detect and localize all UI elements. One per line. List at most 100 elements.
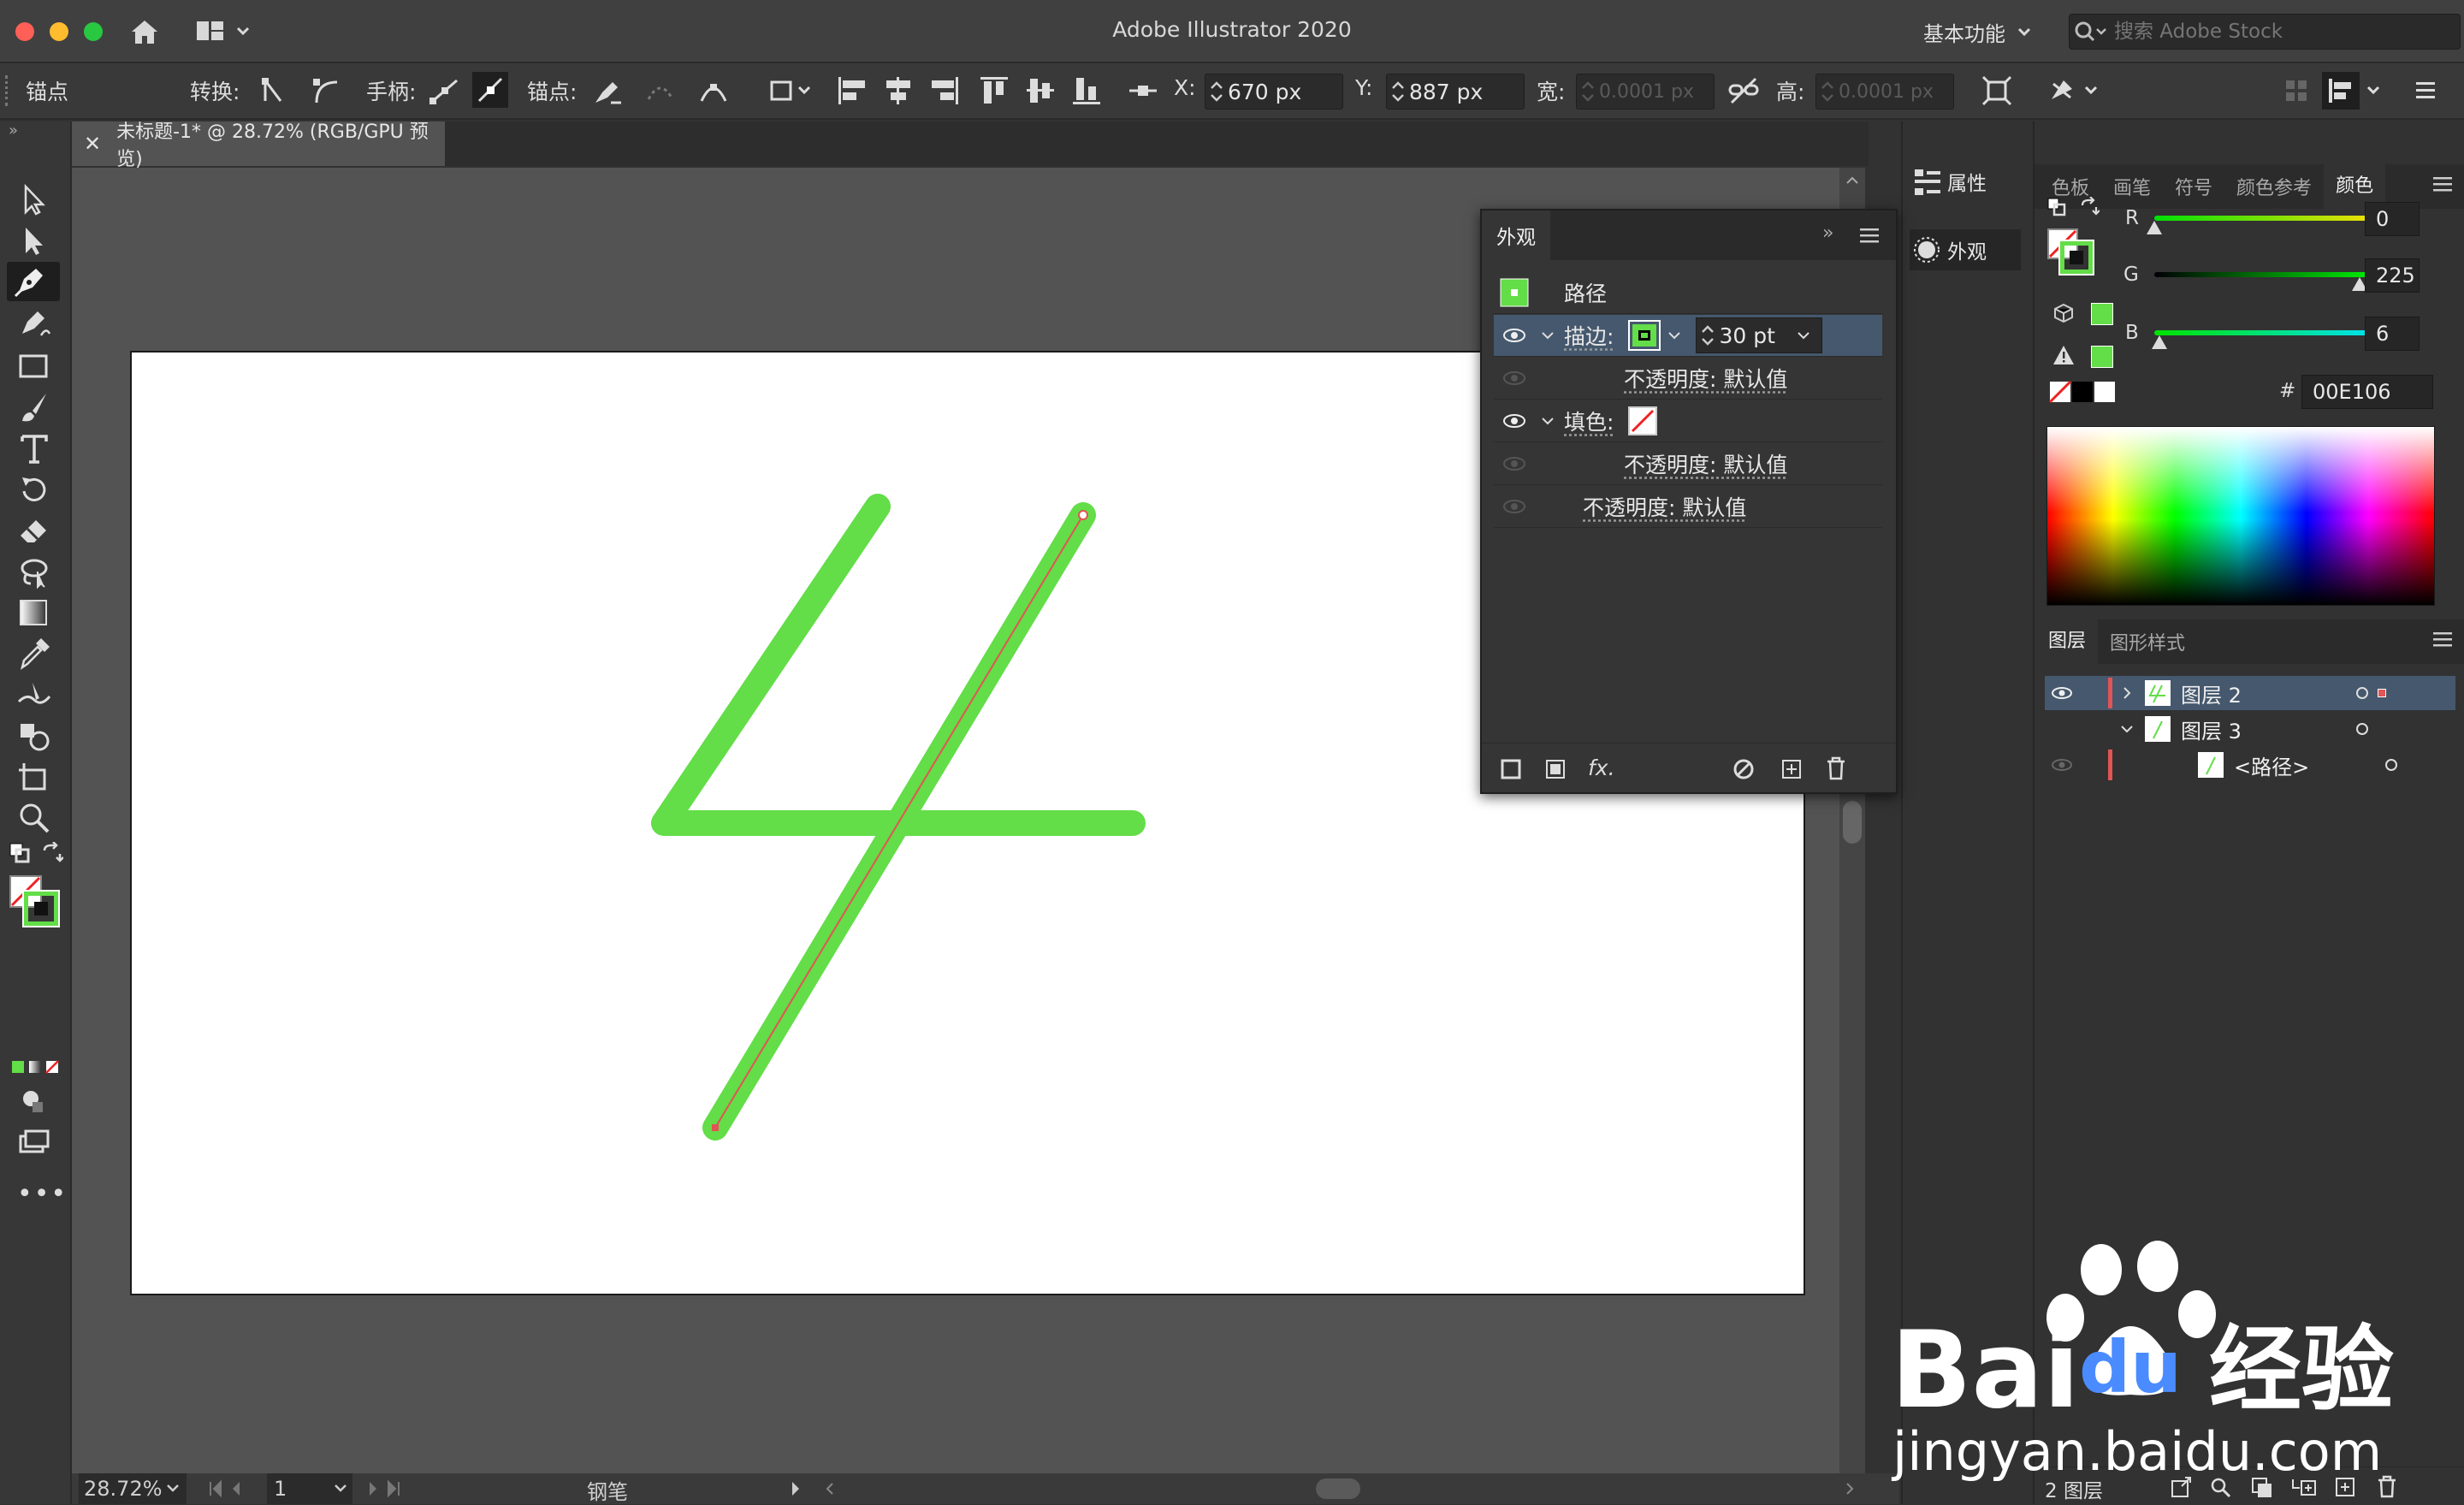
scroll-right-icon[interactable] <box>1841 1478 1858 1499</box>
align-right-icon[interactable] <box>927 74 962 108</box>
stepper-icon[interactable] <box>1697 321 1719 350</box>
layer-name[interactable]: 图层 3 <box>2181 714 2352 744</box>
layer-name[interactable]: <路径> <box>2234 750 2381 780</box>
red-value-field[interactable]: 0 <box>2365 202 2420 236</box>
horizontal-scroll-thumb[interactable] <box>1316 1478 1360 1499</box>
trash-icon[interactable] <box>2375 1474 2399 1498</box>
rotate-tool-icon[interactable] <box>15 471 53 508</box>
artboard-nav-last-icon[interactable] <box>363 1478 414 1499</box>
y-field[interactable]: 887 px <box>1386 74 1525 110</box>
convert-smooth-icon[interactable] <box>308 75 342 106</box>
stepper-icon[interactable] <box>1577 77 1599 106</box>
collapse-toolbar-icon[interactable]: » <box>9 121 18 139</box>
add-new-stroke-icon[interactable] <box>1499 757 1523 781</box>
workspace-switcher[interactable]: 基本功能 <box>1923 17 2040 47</box>
constrain-link-icon[interactable] <box>1727 75 1761 106</box>
appearance-fill-row[interactable]: 填色: <box>1494 400 1882 442</box>
hide-handles-icon[interactable] <box>472 72 508 108</box>
add-effect-fx-icon[interactable]: fx. <box>1588 755 1615 780</box>
tab-graphic-styles[interactable]: 图形样式 <box>2098 628 2197 655</box>
layer-row[interactable]: 图层 2 <box>2045 676 2455 710</box>
artboard-nav-first-icon[interactable] <box>205 1478 257 1499</box>
out-of-web-gamut-icon[interactable] <box>2053 303 2074 323</box>
screen-mode-icon[interactable] <box>17 1128 51 1157</box>
chevron-down-icon[interactable] <box>1661 323 1687 348</box>
collapse-panel-icon[interactable]: » <box>1822 222 1833 244</box>
layer-row[interactable]: 图层 3 <box>2045 712 2455 746</box>
scroll-left-icon[interactable] <box>821 1478 838 1499</box>
shape-builder-tool-icon[interactable] <box>15 717 53 755</box>
document-tab[interactable]: ✕ 未标题-1* @ 28.72% (RGB/GPU 预览) <box>72 121 445 170</box>
default-colors-icon[interactable] <box>9 842 31 864</box>
stepper-icon[interactable] <box>1387 77 1409 106</box>
eyedropper-tool-icon[interactable] <box>15 635 53 673</box>
width-field[interactable]: 0.0001 px <box>1576 74 1715 110</box>
target-icon[interactable] <box>2352 719 2372 739</box>
in-gamut-color-swatch[interactable] <box>2091 346 2113 368</box>
align-top-icon[interactable] <box>977 74 1011 108</box>
align-bottom-icon[interactable] <box>1069 74 1104 108</box>
trash-icon[interactable] <box>1824 755 1848 781</box>
chevron-right-icon[interactable] <box>2112 683 2141 703</box>
appearance-fill-opacity-row[interactable]: 不透明度: 默认值 <box>1494 443 1882 485</box>
direct-selection-tool-icon[interactable] <box>15 222 53 260</box>
artboard-tool-icon[interactable] <box>15 758 53 796</box>
target-icon[interactable] <box>2352 683 2372 703</box>
selection-indicator[interactable] <box>2378 689 2386 697</box>
isolate-icon[interactable] <box>2046 74 2106 108</box>
panel-menu-icon[interactable] <box>2431 175 2454 195</box>
locate-object-icon[interactable] <box>2209 1476 2233 1498</box>
stepper-icon[interactable] <box>1816 77 1839 106</box>
align-left-icon[interactable] <box>835 74 869 108</box>
pen-tool-icon[interactable] <box>7 262 60 301</box>
appearance-panel-button[interactable]: 外观 <box>1910 229 2021 270</box>
appearance-stroke-row[interactable]: 描边: 30 pt <box>1494 315 1882 357</box>
out-of-gamut-warning-icon[interactable] <box>2052 344 2076 366</box>
chevron-down-icon[interactable] <box>2363 82 2384 99</box>
new-sublayer-icon[interactable] <box>2289 1476 2319 1498</box>
eye-icon[interactable] <box>2045 755 2079 775</box>
layer-name[interactable]: 图层 2 <box>2181 678 2352 708</box>
web-safe-color-swatch[interactable] <box>2091 303 2113 325</box>
grip-handle[interactable] <box>5 75 10 106</box>
rectangle-tool-icon[interactable] <box>15 347 53 385</box>
eye-icon[interactable] <box>2045 683 2079 703</box>
red-slider-thumb[interactable] <box>2147 221 2162 234</box>
none-black-white-swatches[interactable] <box>2048 380 2117 404</box>
eye-icon[interactable] <box>1494 451 1535 477</box>
x-field[interactable]: 670 px <box>1205 74 1343 110</box>
stroke-swatch[interactable] <box>1627 319 1661 352</box>
menu-icon[interactable] <box>2413 79 2438 103</box>
fill-stroke-swatch[interactable] <box>2046 228 2096 277</box>
color-spectrum[interactable] <box>2046 426 2435 606</box>
chevron-down-icon[interactable] <box>1535 408 1561 434</box>
swap-colors-icon[interactable] <box>2079 197 2100 217</box>
clipping-mask-icon[interactable] <box>2250 1476 2274 1498</box>
color-mode-icons[interactable] <box>10 1058 62 1076</box>
eye-icon[interactable] <box>1494 323 1535 348</box>
align-middle-icon[interactable] <box>1023 74 1057 108</box>
appearance-object-row[interactable]: 路径 <box>1494 272 1882 314</box>
anchor-point[interactable] <box>712 1124 719 1131</box>
reference-point-icon[interactable] <box>1126 74 1160 108</box>
fill-none-swatch[interactable] <box>1627 406 1658 436</box>
layer-row[interactable]: <路径> <box>2045 748 2455 782</box>
hex-value-field[interactable]: 00E106 <box>2301 375 2433 409</box>
fill-stroke-swatch[interactable] <box>9 874 62 927</box>
stock-search[interactable] <box>2069 14 2461 50</box>
transform-options-icon[interactable] <box>767 74 814 108</box>
anchor-point[interactable] <box>1078 510 1088 520</box>
arrange-icon[interactable] <box>2322 72 2360 110</box>
chevron-down-icon[interactable] <box>2112 719 2141 739</box>
duplicate-item-icon[interactable] <box>1780 757 1804 781</box>
connect-anchors-icon[interactable] <box>643 74 678 108</box>
blue-slider-thumb[interactable] <box>2152 335 2168 349</box>
fill-opacity-label[interactable]: 不透明度: 默认值 <box>1624 448 1787 479</box>
convert-corner-icon[interactable] <box>257 75 291 106</box>
tab-layers[interactable]: 图层 <box>2035 619 2099 664</box>
target-icon[interactable] <box>2381 755 2402 775</box>
scroll-up-icon[interactable] <box>1839 168 1865 193</box>
chevron-down-icon[interactable] <box>1535 323 1561 348</box>
status-menu-arrow-icon[interactable] <box>787 1478 804 1499</box>
cut-path-icon[interactable] <box>696 74 731 108</box>
